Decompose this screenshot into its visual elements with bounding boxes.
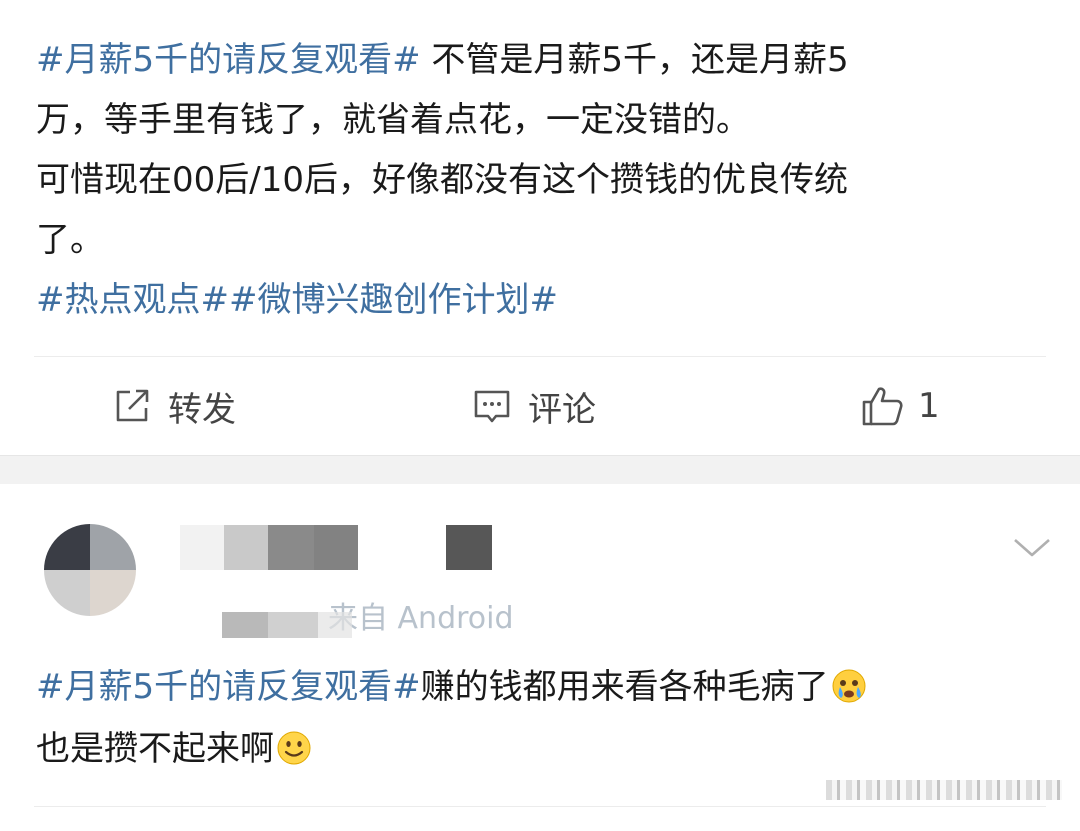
post-text-line: 不管是月薪5千，还是月薪5 (420, 40, 849, 80)
weibo-post: 来自 Android #月薪5千的请反复观看#赚的钱都用来看各种毛病了 也是攒不… (0, 484, 1080, 831)
post-text-line: 可惜现在00后/10后，好像都没有这个攒钱的优良传统 (36, 160, 848, 200)
chevron-down-icon[interactable] (1012, 536, 1052, 560)
comment-button[interactable]: 评论 (472, 383, 596, 430)
like-button[interactable]: 1 (860, 383, 940, 429)
post-text-line: 也是攒不起来啊 (36, 729, 274, 769)
weibo-post: #月薪5千的请反复观看# 不管是月薪5千，还是月薪5 万，等手里有钱了，就省着点… (0, 0, 1080, 455)
post-text-line: 了。 (36, 220, 104, 260)
post-body: #月薪5千的请反复观看# 不管是月薪5千，还是月薪5 万，等手里有钱了，就省着点… (36, 30, 1046, 330)
post-body: #月薪5千的请反复观看#赚的钱都用来看各种毛病了 也是攒不起来啊 (36, 656, 1046, 780)
action-bar: 转发 评论 1 (0, 357, 1080, 455)
comment-label: 评论 (528, 389, 596, 430)
comment-icon (474, 390, 510, 423)
hashtag-link[interactable]: #月薪5千的请反复观看# (36, 40, 421, 80)
crying-emoji-icon (832, 669, 866, 703)
thumbs-up-icon (862, 387, 903, 426)
like-count: 1 (918, 386, 940, 426)
smile-emoji-icon (277, 731, 311, 765)
hashtag-link[interactable]: #热点观点# (36, 280, 229, 320)
repost-button[interactable]: 转发 (112, 383, 236, 430)
watermark-blurred (826, 780, 1062, 800)
feed-separator (0, 455, 1080, 485)
post-source: 来自 Android (328, 601, 514, 636)
hashtag-link[interactable]: #微博兴趣创作计划# (229, 280, 558, 320)
avatar[interactable] (44, 524, 136, 616)
repost-label: 转发 (168, 389, 236, 430)
post-text-line: 赚的钱都用来看各种毛病了 (420, 667, 829, 707)
hashtag-link[interactable]: #月薪5千的请反复观看# (36, 667, 421, 707)
divider (34, 806, 1046, 807)
post-text-line: 万，等手里有钱了，就省着点花，一定没错的。 (36, 100, 750, 140)
share-icon (116, 389, 149, 422)
